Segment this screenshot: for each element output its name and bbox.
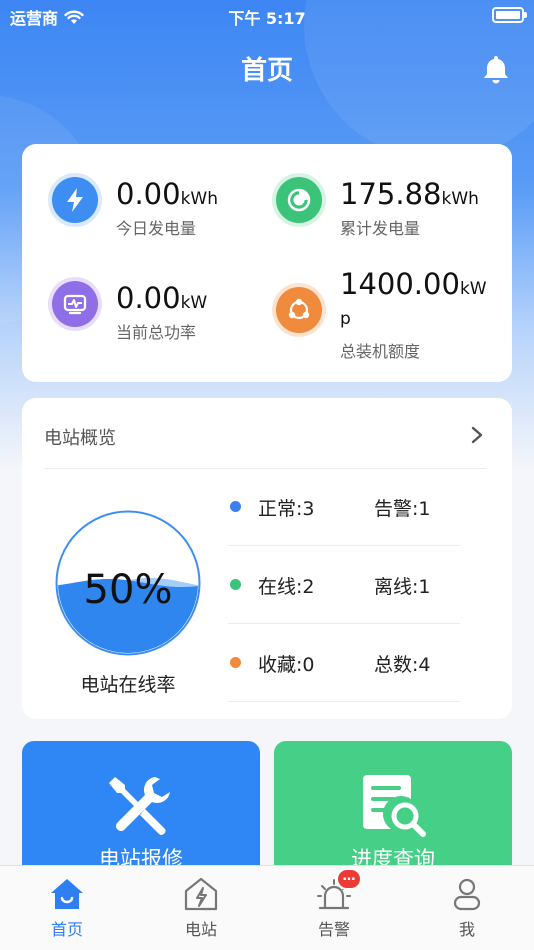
monitor-wave-icon (52, 281, 98, 327)
gauge-caption: 电站在线率 (80, 674, 176, 696)
station-icon (183, 876, 219, 912)
stat-installed-capacity: 1400.00kWp 总装机额度 (276, 267, 490, 362)
stat-unit: kW (180, 293, 208, 313)
tab-home[interactable]: 首页 (27, 876, 107, 940)
stat-total-generation: 175.88kWh 累计发电量 (276, 177, 479, 239)
count-alarm: 告警:1 (374, 498, 431, 520)
network-icon (276, 287, 322, 333)
stat-current-power: 0.00kW 当前总功率 (52, 281, 207, 343)
stat-today-generation: 0.00kWh 今日发电量 (52, 177, 218, 239)
alarm-badge: … (336, 868, 362, 890)
document-search-icon (363, 775, 426, 837)
stat-label: 总装机额度 (340, 342, 421, 361)
lightning-icon (52, 177, 98, 223)
stat-value: 0.00 (116, 177, 181, 211)
online-rate-gauge: 50% (55, 510, 201, 656)
overview-row: 在线:2 离线:1 (228, 546, 460, 624)
tab-label: 首页 (50, 920, 83, 939)
stat-value: 0.00 (116, 281, 181, 315)
progress-query-button[interactable]: 进度查询 (274, 741, 512, 881)
count-favorites: 收藏:0 (258, 654, 315, 676)
bell-icon[interactable] (482, 54, 510, 84)
status-bar: 运营商 下午 5:17 (0, 0, 534, 30)
home-icon (49, 876, 85, 912)
status-dot (230, 501, 241, 512)
user-icon (449, 876, 485, 912)
tab-label: 电站 (184, 920, 217, 939)
status-dot (230, 657, 241, 668)
page-title: 首页 (240, 56, 293, 86)
station-overview-card[interactable]: 电站概览 50% 电站在线率 正常:3 告警:1 在线:2 离线:1 收藏:0 … (22, 398, 512, 719)
stat-value: 175.88 (340, 177, 442, 211)
overview-row: 收藏:0 总数:4 (228, 624, 460, 702)
tab-label: 我 (458, 920, 475, 939)
repair-tools-icon (109, 777, 170, 835)
stat-label: 今日发电量 (116, 219, 197, 238)
chevron-right-icon[interactable] (470, 426, 484, 444)
count-normal: 正常:3 (258, 498, 315, 520)
stats-card: 0.00kWh 今日发电量 175.88kWh 累计发电量 0.00kW 当前总… (22, 144, 512, 382)
tab-bar: 首页 电站 … 告警 我 (0, 865, 534, 950)
count-online: 在线:2 (258, 576, 315, 598)
overview-title: 电站概览 (44, 428, 116, 449)
stat-label: 累计发电量 (340, 219, 421, 238)
stat-label: 当前总功率 (116, 323, 197, 342)
tab-me[interactable]: 我 (427, 876, 507, 940)
status-time: 下午 5:17 (228, 9, 306, 28)
overview-row: 正常:3 告警:1 (228, 468, 460, 546)
stat-value: 1400.00 (340, 267, 460, 301)
station-repair-button[interactable]: 电站报修 (22, 741, 260, 881)
gauge-percent: 50% (84, 567, 173, 613)
pie-chart-icon (276, 177, 322, 223)
stat-unit: kWh (441, 189, 479, 209)
battery-icon (492, 7, 527, 23)
tab-alarm[interactable]: … 告警 (294, 868, 374, 940)
status-dot (230, 579, 241, 590)
stat-unit: kWh (180, 189, 219, 209)
count-offline: 离线:1 (374, 576, 431, 598)
tab-station[interactable]: 电站 (161, 876, 241, 940)
count-total: 总数:4 (374, 654, 431, 676)
tab-label: 告警 (317, 920, 350, 939)
alarm-icon: … (316, 868, 362, 912)
